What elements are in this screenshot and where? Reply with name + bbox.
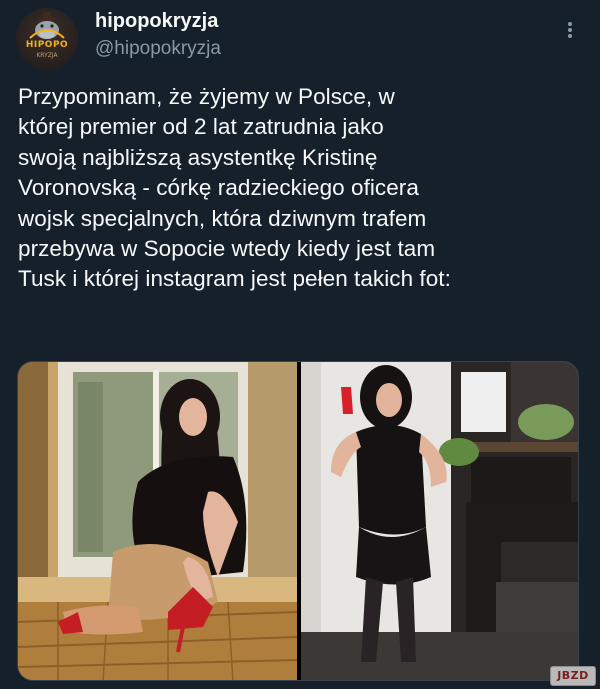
avatar-logo-subtext: KRYZJA [36, 52, 58, 59]
avatar-logo-text: HIPOPO [25, 40, 69, 50]
tweet-text-line: Tusk i której instagram jest pełen takic… [18, 266, 451, 292]
tweet-text: Przypominam, że żyjemy w Polsce, w które… [18, 82, 593, 295]
watermark-logo: JBZD [550, 666, 596, 686]
tweet-header: HIPOPO KRYZJA hipopokryzja @hipopokryzja [0, 0, 600, 80]
tweet-text-line: Voronovską - córkę radzieckiego oficera [18, 175, 419, 201]
hippo-logo-icon [29, 12, 65, 39]
more-vertical-icon[interactable] [560, 20, 580, 44]
author-handle[interactable]: @hipopokryzja [95, 38, 221, 60]
tweet-text-line: przebywa w Sopocie wtedy kiedy jest tam [18, 236, 436, 262]
author-display-name[interactable]: hipopokryzja [95, 10, 218, 33]
tweet-text-line: swoją najbliższą asystentkę Kristinę [18, 144, 378, 170]
tweet-media [17, 361, 579, 681]
tweet-text-line: Przypominam, że żyjemy w Polsce, w [18, 84, 395, 109]
media-photo-2[interactable] [301, 362, 578, 680]
avatar[interactable]: HIPOPO KRYZJA [16, 8, 78, 70]
tweet-text-line: wojsk specjalnych, która dziwnym trafem [18, 205, 427, 231]
media-photo-1[interactable] [18, 362, 297, 680]
tweet-text-line: której premier od 2 lat zatrudnia jako [18, 114, 384, 140]
